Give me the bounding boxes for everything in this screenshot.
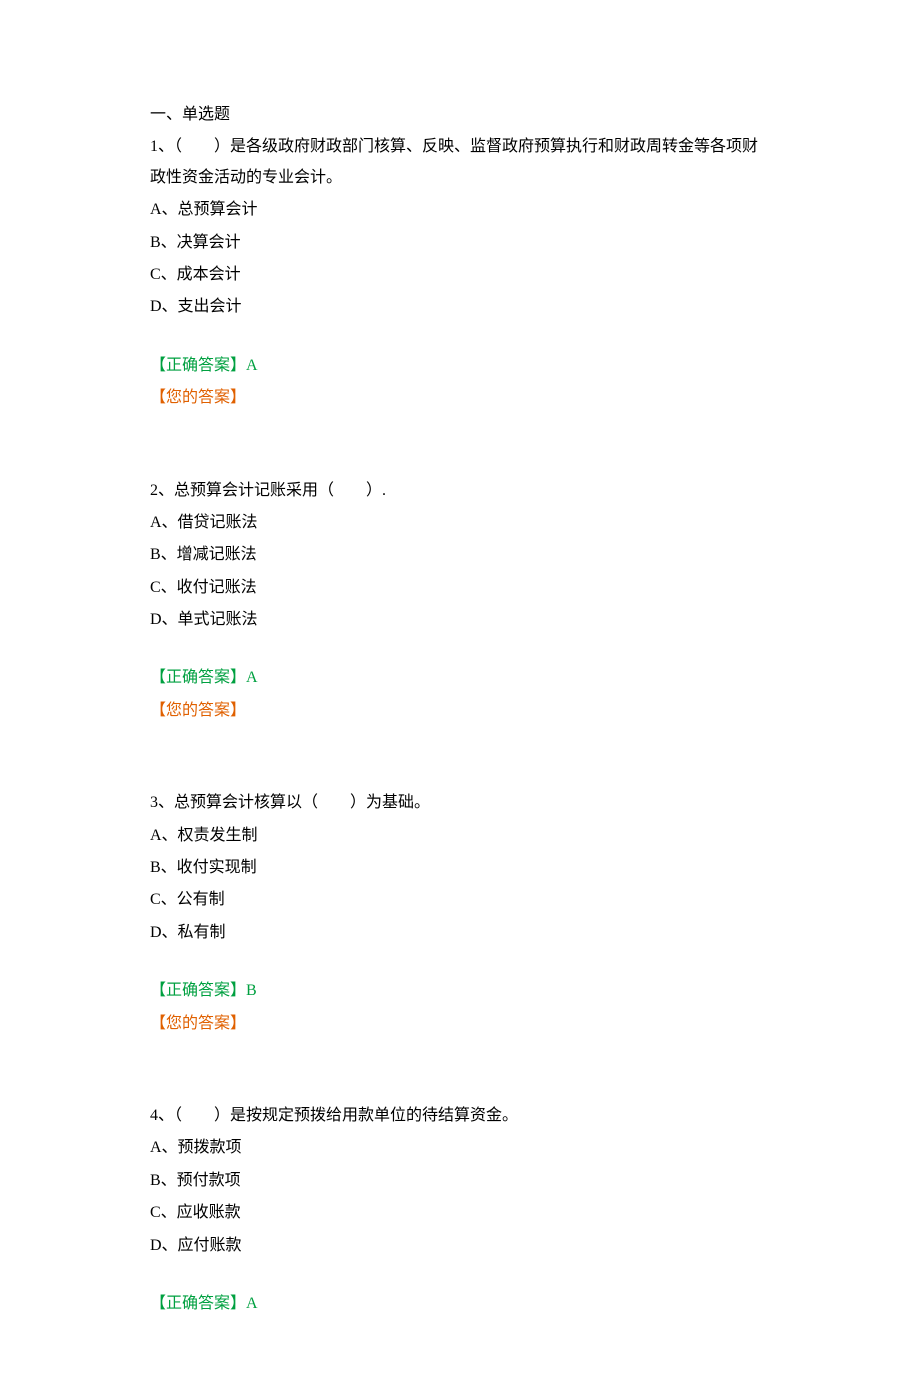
- correct-answer-label: 【正确答案】: [150, 669, 246, 686]
- correct-answer: 【正确答案】B: [150, 976, 770, 1006]
- option-item: C、公有制: [150, 885, 770, 915]
- correct-answer: 【正确答案】A: [150, 1289, 770, 1319]
- option-item: C、收付记账法: [150, 573, 770, 603]
- correct-answer-value: A: [246, 1295, 258, 1312]
- option-item: A、借贷记账法: [150, 508, 770, 538]
- question-text: 4、（ ）是按规定预拨给用款单位的待结算资金。: [150, 1101, 770, 1131]
- question-number: 2、: [150, 482, 174, 499]
- option-item: C、应收账款: [150, 1198, 770, 1228]
- correct-answer-label: 【正确答案】: [150, 357, 246, 374]
- section-title: 一、单选题: [150, 100, 770, 130]
- option-item: D、单式记账法: [150, 605, 770, 635]
- option-item: A、总预算会计: [150, 195, 770, 225]
- question-block: 1、（ ）是各级政府财政部门核算、反映、监督政府预算执行和财政周转金等各项财政性…: [150, 132, 770, 413]
- question-text: 1、（ ）是各级政府财政部门核算、反映、监督政府预算执行和财政周转金等各项财政性…: [150, 132, 770, 193]
- question-number: 3、: [150, 794, 174, 811]
- options-list: A、借贷记账法 B、增减记账法 C、收付记账法 D、单式记账法: [150, 508, 770, 636]
- answer-block: 【正确答案】A: [150, 1289, 770, 1319]
- question-body: 总预算会计核算以（ ）为基础。: [174, 794, 430, 811]
- correct-answer: 【正确答案】A: [150, 663, 770, 693]
- answer-block: 【正确答案】A 【您的答案】: [150, 663, 770, 726]
- question-block: 2、总预算会计记账采用（ ）. A、借贷记账法 B、增减记账法 C、收付记账法 …: [150, 476, 770, 727]
- option-item: B、增减记账法: [150, 540, 770, 570]
- correct-answer-label: 【正确答案】: [150, 982, 246, 999]
- option-item: B、预付款项: [150, 1166, 770, 1196]
- question-text: 2、总预算会计记账采用（ ）.: [150, 476, 770, 506]
- question-body: （ ）是各级政府财政部门核算、反映、监督政府预算执行和财政周转金等各项财政性资金…: [150, 138, 758, 185]
- question-body: 总预算会计记账采用（ ）.: [174, 482, 386, 499]
- question-body: （ ）是按规定预拨给用款单位的待结算资金。: [174, 1107, 518, 1124]
- question-number: 1、: [150, 138, 174, 155]
- option-item: D、私有制: [150, 918, 770, 948]
- question-number: 4、: [150, 1107, 174, 1124]
- option-item: D、支出会计: [150, 292, 770, 322]
- option-item: B、决算会计: [150, 228, 770, 258]
- your-answer: 【您的答案】: [150, 696, 770, 726]
- options-list: A、权责发生制 B、收付实现制 C、公有制 D、私有制: [150, 821, 770, 949]
- correct-answer-value: B: [246, 982, 257, 999]
- option-item: D、应付账款: [150, 1231, 770, 1261]
- options-list: A、总预算会计 B、决算会计 C、成本会计 D、支出会计: [150, 195, 770, 323]
- option-item: A、预拨款项: [150, 1133, 770, 1163]
- question-block: 4、（ ）是按规定预拨给用款单位的待结算资金。 A、预拨款项 B、预付款项 C、…: [150, 1101, 770, 1319]
- option-item: B、收付实现制: [150, 853, 770, 883]
- correct-answer-value: A: [246, 669, 258, 686]
- options-list: A、预拨款项 B、预付款项 C、应收账款 D、应付账款: [150, 1133, 770, 1261]
- option-item: A、权责发生制: [150, 821, 770, 851]
- answer-block: 【正确答案】A 【您的答案】: [150, 351, 770, 414]
- question-text: 3、总预算会计核算以（ ）为基础。: [150, 788, 770, 818]
- option-item: C、成本会计: [150, 260, 770, 290]
- your-answer: 【您的答案】: [150, 1009, 770, 1039]
- question-block: 3、总预算会计核算以（ ）为基础。 A、权责发生制 B、收付实现制 C、公有制 …: [150, 788, 770, 1039]
- your-answer: 【您的答案】: [150, 383, 770, 413]
- answer-block: 【正确答案】B 【您的答案】: [150, 976, 770, 1039]
- correct-answer-value: A: [246, 357, 258, 374]
- correct-answer: 【正确答案】A: [150, 351, 770, 381]
- correct-answer-label: 【正确答案】: [150, 1295, 246, 1312]
